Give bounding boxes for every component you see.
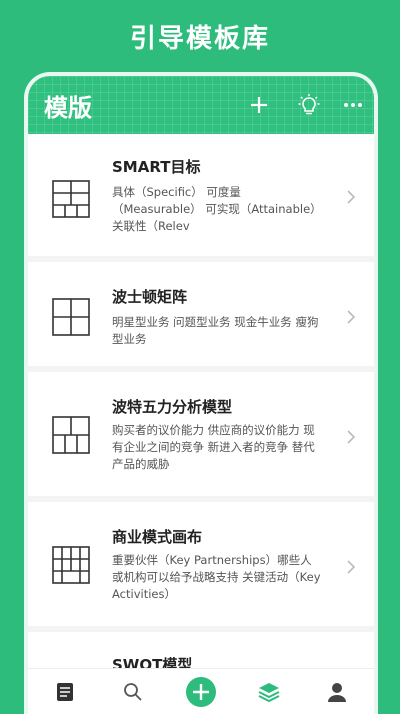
templates-tab[interactable] xyxy=(48,675,82,709)
template-name: 商业模式画布 xyxy=(112,528,203,546)
template-card-bcg[interactable]: 波士顿矩阵 明星型业务 问题型业务 现金牛业务 瘦狗型业务 xyxy=(28,262,374,372)
bottom-tab-bar xyxy=(28,668,374,714)
search-tab[interactable] xyxy=(116,675,150,709)
template-desc: 明星型业务 问题型业务 现金牛业务 瘦狗型业务 xyxy=(112,315,319,346)
bulb-icon[interactable] xyxy=(296,92,322,118)
template-card-smart[interactable]: SMART目标 具体（Specific） 可度量（Measurable） 可实现… xyxy=(28,134,374,262)
template-desc: 重要伙伴（Key Partnerships）哪些人或机构可以给予战略支持 关键活… xyxy=(112,553,321,601)
template-card-porter[interactable]: 波特五力分析模型 购买者的议价能力 供应商的议价能力 现有企业之间的竞争 新进入… xyxy=(28,372,374,502)
template-name: 波士顿矩阵 xyxy=(112,288,188,306)
promo-title: 引导模板库 xyxy=(129,24,270,54)
chevron-right-icon xyxy=(346,559,356,575)
template-desc: 具体（Specific） 可度量（Measurable） 可实现（Attaina… xyxy=(112,185,322,233)
grid-2x3-icon xyxy=(52,180,90,218)
profile-tab[interactable] xyxy=(320,675,354,709)
template-name: 波特五力分析模型 xyxy=(112,398,233,416)
template-name: SWOT模型 xyxy=(112,656,193,668)
phone-frame: 模版 SMART目标 具体（Specific） 可度量（Measurable） … xyxy=(24,72,378,714)
more-icon[interactable] xyxy=(340,92,366,118)
library-tab[interactable] xyxy=(252,675,286,709)
grid-5-icon xyxy=(52,416,90,454)
template-card-swot[interactable]: SWOT模型 xyxy=(28,632,374,668)
chevron-right-icon xyxy=(346,429,356,445)
grid-2x2-icon xyxy=(52,298,90,336)
template-card-canvas[interactable]: 商业模式画布 重要伙伴（Key Partnerships）哪些人或机构可以给予战… xyxy=(28,502,374,632)
template-desc: 购买者的议价能力 供应商的议价能力 现有企业之间的竞争 新进入者的竞争 替代产品… xyxy=(112,423,315,471)
chevron-right-icon xyxy=(346,309,356,325)
add-icon[interactable] xyxy=(246,92,272,118)
template-list: SMART目标 具体（Specific） 可度量（Measurable） 可实现… xyxy=(28,134,374,668)
create-tab[interactable] xyxy=(184,675,218,709)
page-title: 模版 xyxy=(44,94,92,122)
chevron-right-icon xyxy=(346,189,356,205)
grid-9-icon xyxy=(52,546,90,584)
template-name: SMART目标 xyxy=(112,158,201,176)
app-header: 模版 xyxy=(28,76,374,134)
